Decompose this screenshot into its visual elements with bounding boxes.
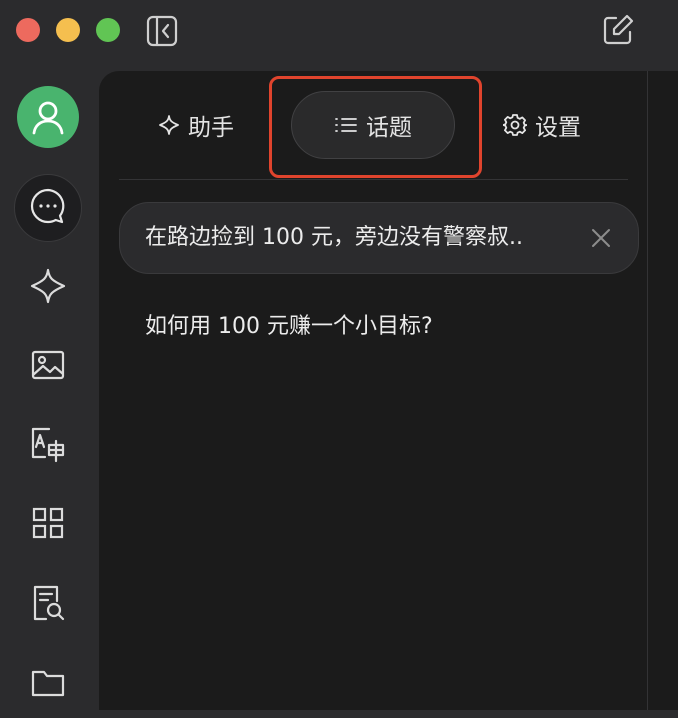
tab-settings-label: 设置 [535, 115, 581, 141]
gear-icon [503, 113, 527, 137]
sidebar-item-files[interactable] [14, 650, 82, 718]
chat-bubble-icon [28, 186, 68, 230]
sidebar-item-translate[interactable] [14, 412, 82, 480]
sidebar-toggle-icon[interactable] [145, 14, 179, 48]
sidebar-item-apps[interactable] [14, 491, 82, 559]
title-bar [0, 0, 678, 64]
list-item[interactable]: 如何用 100 元赚一个小目标? [145, 307, 433, 347]
folder-icon [30, 665, 66, 703]
translate-icon [29, 425, 67, 467]
sidebar-item-knowledge[interactable] [14, 571, 82, 639]
sidebar-item-agents[interactable] [14, 254, 82, 322]
close-icon[interactable] [590, 227, 612, 249]
window-close-button[interactable] [16, 18, 40, 42]
highlight-box [269, 76, 482, 178]
window-minimize-button[interactable] [56, 18, 80, 42]
sidebar-item-chat[interactable] [14, 174, 82, 242]
chat-area [648, 71, 678, 710]
tab-assistant[interactable]: 助手 [158, 91, 234, 159]
compose-icon[interactable] [600, 12, 636, 48]
topic-title: 在路边捡到 100 元，旁边没有警察叔.. [145, 225, 523, 250]
topic-title: 如何用 100 元赚一个小目标? [145, 314, 433, 339]
list-item[interactable]: 在路边捡到 100 元，旁边没有警察叔.. [119, 202, 639, 274]
window-zoom-button[interactable] [96, 18, 120, 42]
tab-assistant-label: 助手 [188, 115, 234, 141]
image-icon [30, 347, 66, 387]
tabs-divider [119, 179, 628, 180]
sparkle-icon [29, 267, 67, 309]
sparkle-icon [158, 114, 180, 136]
sidebar-item-images[interactable] [14, 333, 82, 401]
document-search-icon [30, 584, 66, 626]
tab-settings[interactable]: 设置 [503, 91, 581, 159]
avatar[interactable] [17, 86, 79, 148]
grid-icon [31, 506, 65, 544]
